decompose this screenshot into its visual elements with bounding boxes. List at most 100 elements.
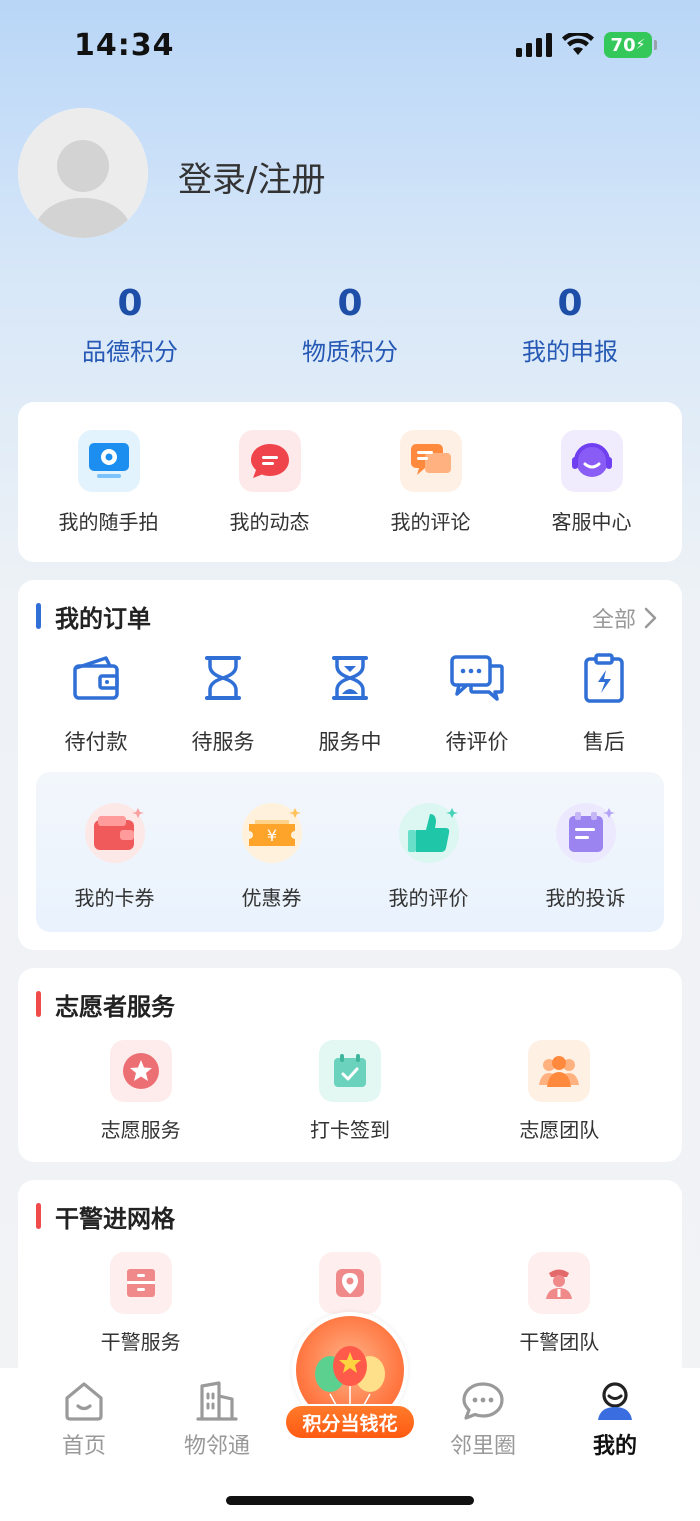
default-avatar-icon	[18, 108, 148, 238]
points-promo-button[interactable]: 积分当钱花	[284, 1312, 416, 1442]
complaint-icon	[555, 803, 616, 863]
order-pending-review[interactable]: 待评价	[417, 652, 537, 756]
sub-item-label: 我的投诉	[545, 886, 626, 910]
quick-action-label: 我的随手拍	[58, 510, 159, 534]
quick-action-label: 我的动态	[229, 510, 310, 534]
section-title: 干警进网格	[36, 1200, 175, 1233]
user-icon	[598, 1382, 632, 1420]
battery-icon: 70 ⚡	[604, 32, 657, 58]
order-after-sales[interactable]: 售后	[544, 652, 664, 756]
tri-item-label: 干警服务	[100, 1330, 181, 1354]
building-icon	[196, 1381, 238, 1421]
stat-my-reports[interactable]: 0 我的申报	[480, 282, 660, 367]
card-wallet-icon	[84, 803, 145, 863]
nav-label: 物邻通	[183, 1434, 250, 1459]
section-bar	[36, 991, 41, 1017]
officer-icon	[528, 1252, 591, 1314]
quick-action-customer-service[interactable]: 客服中心	[517, 430, 667, 535]
nav-neighborhood[interactable]: 邻里圈	[428, 1380, 538, 1460]
chat-icon	[450, 655, 504, 701]
quick-actions-card: 我的随手拍 我的动态 我的评论 客服中心	[18, 402, 682, 562]
section-title: 我的订单	[36, 600, 151, 633]
my-reviews-item[interactable]: 我的评价	[359, 798, 499, 932]
nav-neighbor-link[interactable]: 物邻通	[162, 1380, 272, 1460]
nav-label: 我的	[592, 1434, 637, 1459]
camera-icon	[77, 430, 140, 492]
login-register-link[interactable]: 登录/注册	[178, 152, 325, 201]
tri-item-label: 干警团队	[519, 1330, 600, 1354]
coupons-item[interactable]: ¥ 优惠券	[202, 798, 342, 932]
coupon-icon: ¥	[241, 803, 302, 863]
home-icon	[65, 1382, 103, 1421]
quick-action-comments[interactable]: 我的评论	[356, 430, 506, 535]
volunteer-title: 志愿者服务	[55, 992, 175, 1021]
cabinet-icon	[109, 1252, 172, 1314]
order-label: 待付款	[64, 730, 128, 754]
hourglass-icon	[205, 656, 241, 700]
tri-item-label: 志愿服务	[100, 1118, 181, 1142]
orders-title: 我的订单	[55, 604, 151, 633]
sub-item-label: 优惠券	[241, 886, 302, 910]
nav-label: 首页	[61, 1434, 106, 1459]
quick-action-snapshot[interactable]: 我的随手拍	[34, 430, 184, 535]
volunteer-row: 志愿服务 打卡签到 志愿团队	[36, 1040, 664, 1143]
clipboard-icon	[584, 653, 624, 703]
star-icon	[109, 1040, 172, 1102]
order-pending-service[interactable]: 待服务	[163, 652, 283, 756]
status-icons: 70 ⚡	[516, 32, 657, 58]
stat-label: 我的申报	[522, 338, 618, 366]
chevron-right-icon	[644, 607, 657, 629]
order-label: 服务中	[318, 730, 382, 754]
my-complaints-item[interactable]: 我的投诉	[516, 798, 656, 932]
chat-bubble-icon	[462, 1382, 504, 1420]
avatar[interactable]	[18, 108, 148, 238]
tri-item-label: 打卡签到	[309, 1118, 390, 1142]
calendar-check-icon	[318, 1040, 381, 1102]
quick-action-label: 我的评论	[390, 510, 471, 534]
volunteer-service-item[interactable]: 志愿服务	[36, 1040, 245, 1143]
order-label: 待评价	[445, 730, 509, 754]
promo-label: 积分当钱花	[284, 1404, 416, 1440]
nav-label: 邻里圈	[449, 1434, 516, 1459]
stat-value: 0	[337, 283, 363, 324]
my-cards-item[interactable]: 我的卡券	[45, 798, 185, 932]
battery-level: 70	[610, 34, 636, 56]
wifi-icon	[562, 33, 594, 55]
status-bar: 14:34 70 ⚡	[0, 0, 700, 92]
order-in-service[interactable]: 服务中	[290, 652, 410, 756]
order-label: 售后	[583, 730, 625, 754]
order-label: 待服务	[191, 730, 255, 754]
nav-mine[interactable]: 我的	[560, 1380, 670, 1460]
stat-value: 0	[117, 283, 143, 324]
section-bar	[36, 603, 41, 629]
svg-text:¥: ¥	[266, 826, 276, 845]
section-bar	[36, 1203, 41, 1229]
quick-action-posts[interactable]: 我的动态	[195, 430, 345, 535]
stat-material-points[interactable]: 0 物质积分	[260, 282, 440, 367]
view-all-label: 全部	[591, 608, 636, 633]
message-icon	[238, 430, 301, 492]
stats-row: 0 品德积分 0 物质积分 0 我的申报	[0, 282, 700, 367]
hourglass-running-icon	[332, 656, 368, 700]
quick-action-label: 客服中心	[551, 510, 632, 534]
police-service-item[interactable]: 干警服务	[36, 1252, 245, 1355]
location-icon	[318, 1252, 381, 1314]
signal-icon	[516, 33, 552, 57]
orders-view-all-link[interactable]: 全部	[592, 602, 658, 634]
police-title: 干警进网格	[55, 1204, 175, 1233]
comment-icon	[399, 430, 462, 492]
stat-label: 物质积分	[302, 338, 398, 366]
order-pending-payment[interactable]: 待付款	[36, 652, 156, 756]
nav-home[interactable]: 首页	[29, 1380, 139, 1460]
headset-icon	[560, 430, 623, 492]
check-in-item[interactable]: 打卡签到	[245, 1040, 454, 1143]
sub-item-label: 我的评价	[388, 886, 469, 910]
stat-moral-points[interactable]: 0 品德积分	[40, 282, 220, 367]
orders-card: 我的订单 全部 待付款 待服务 服务中 待评价 售后 我的卡券 ¥ 优惠券 我的…	[18, 580, 682, 950]
order-status-row: 待付款 待服务 服务中 待评价 售后	[36, 652, 664, 756]
police-team-item[interactable]: 干警团队	[455, 1252, 664, 1355]
section-title: 志愿者服务	[36, 988, 175, 1021]
wallet-icon	[73, 656, 119, 700]
stat-value: 0	[557, 283, 583, 324]
volunteer-team-item[interactable]: 志愿团队	[455, 1040, 664, 1143]
